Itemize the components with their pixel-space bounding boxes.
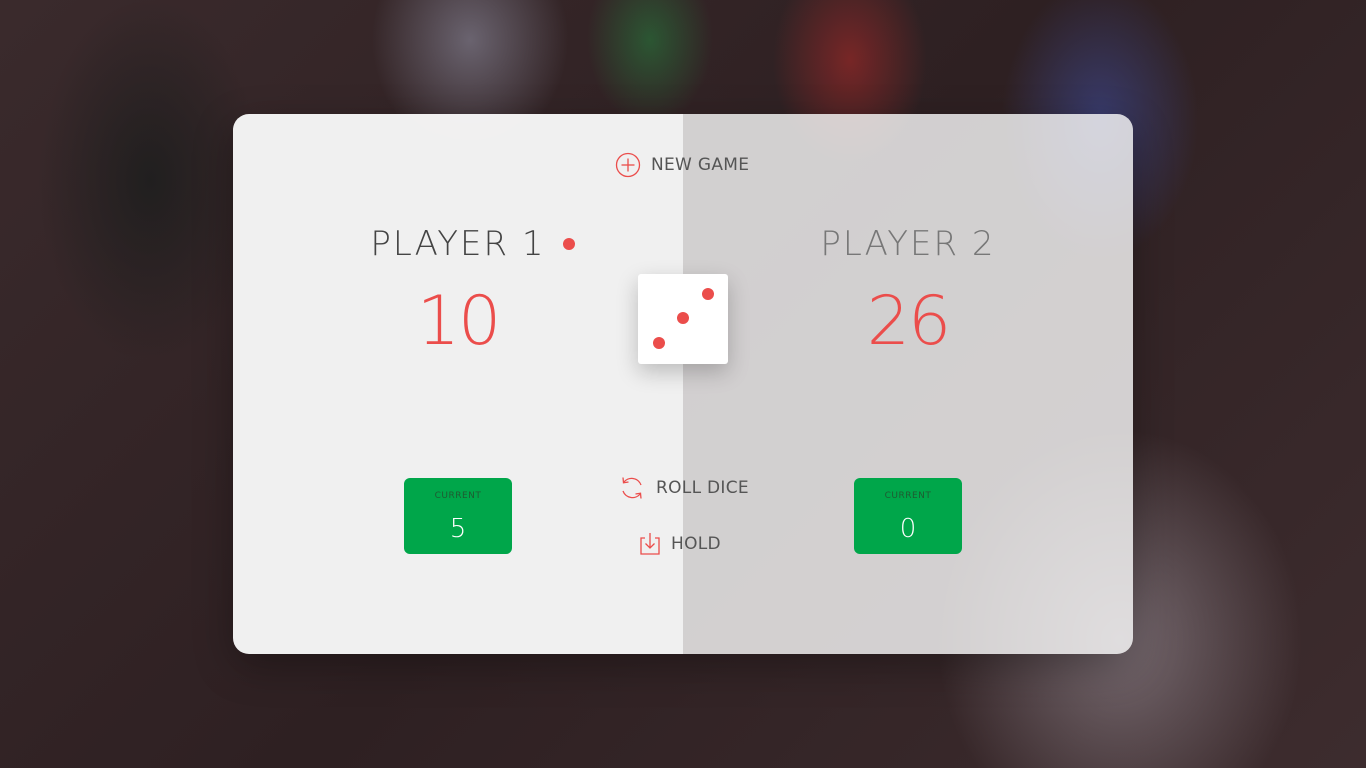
dice-pip <box>702 288 714 300</box>
player-2-current-box: CURRENT 0 <box>854 478 962 554</box>
player-1-current-label: CURRENT <box>434 491 482 501</box>
download-icon <box>639 532 661 556</box>
dice <box>638 274 728 364</box>
player-1-current-box: CURRENT 5 <box>404 478 512 554</box>
dice-pip <box>653 337 665 349</box>
player-2-current-score: 0 <box>899 514 917 544</box>
player-2-current-label: CURRENT <box>884 491 932 501</box>
player-2-panel: PLAYER 2 26 CURRENT 0 <box>683 114 1133 654</box>
player-1-current-score: 5 <box>449 514 467 544</box>
player-1-panel: PLAYER 1 10 CURRENT 5 <box>233 114 683 654</box>
new-game-label: NEW GAME <box>651 155 750 175</box>
plus-circle-icon <box>615 152 641 178</box>
player-2-name: PLAYER 2 <box>820 224 996 264</box>
player-1-name: PLAYER 1 <box>370 224 546 264</box>
player-2-score: 26 <box>866 282 952 361</box>
roll-dice-label: ROLL DICE <box>656 478 749 498</box>
dice-pip <box>677 312 689 324</box>
player-1-score: 10 <box>416 282 502 361</box>
game-board: PLAYER 1 10 CURRENT 5 PLAYER 2 26 CURREN… <box>233 114 1133 654</box>
new-game-button[interactable]: NEW GAME <box>615 152 749 178</box>
roll-dice-button[interactable]: ROLL DICE <box>618 474 749 502</box>
refresh-icon <box>618 474 646 502</box>
hold-label: HOLD <box>671 534 721 554</box>
hold-button[interactable]: HOLD <box>639 532 721 556</box>
active-player-indicator <box>563 238 575 250</box>
